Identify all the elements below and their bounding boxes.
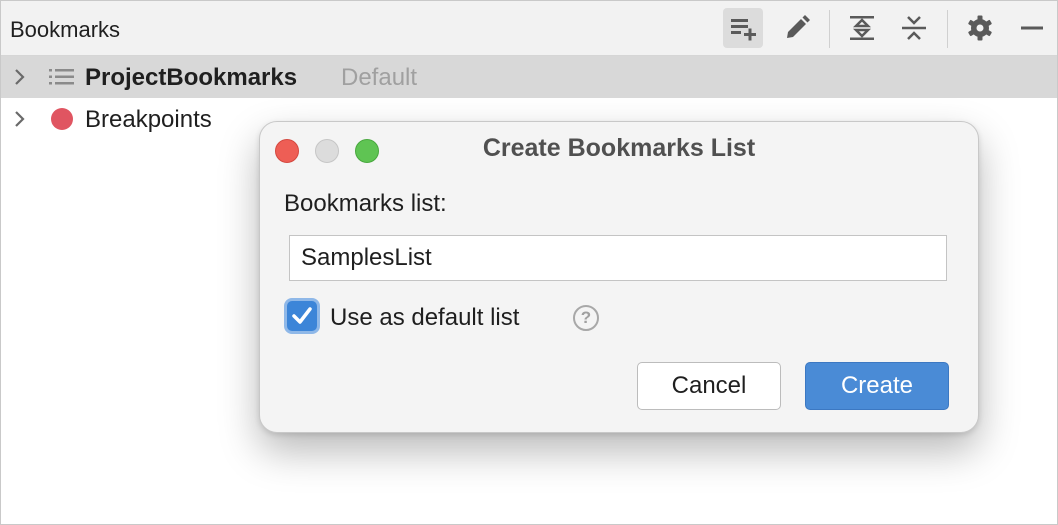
add-list-icon	[731, 19, 756, 41]
expand-all-icon	[850, 16, 874, 40]
chevron-right-icon[interactable]	[11, 67, 29, 87]
bookmarks-list-input[interactable]	[289, 235, 947, 281]
toolbar-separator	[947, 10, 948, 48]
edit-button[interactable]	[777, 8, 817, 48]
default-hint: Default	[341, 64, 418, 91]
toolbar-separator	[829, 10, 830, 48]
cancel-button[interactable]: Cancel	[637, 362, 781, 410]
settings-button[interactable]	[960, 8, 1000, 48]
create-bookmarks-list-dialog: Create Bookmarks List Bookmarks list: Us…	[259, 121, 979, 433]
dialog-title: Create Bookmarks List	[482, 134, 756, 162]
collapse-all-button[interactable]	[894, 8, 934, 48]
create-button[interactable]: Create	[805, 362, 949, 410]
minimize-icon	[1021, 26, 1043, 30]
chevron-right-icon[interactable]	[11, 109, 29, 129]
bookmarks-list-label: Bookmarks list:	[284, 190, 447, 217]
edit-icon	[787, 15, 810, 38]
expand-all-button[interactable]	[842, 8, 882, 48]
default-list-label[interactable]: Use as default list	[330, 304, 519, 332]
gear-icon	[968, 15, 992, 41]
list-icon	[49, 69, 74, 85]
checkmark-icon	[292, 307, 312, 324]
panel-header: Bookmarks	[1, 1, 1057, 56]
help-icon[interactable]: ?	[573, 305, 599, 331]
panel-title: Bookmarks	[10, 17, 121, 42]
tree-item-label: ProjectBookmarks	[85, 64, 298, 91]
tree-item-project-bookmarks[interactable]: ProjectBookmarks Default	[1, 56, 1057, 98]
add-list-button[interactable]	[723, 8, 763, 48]
breakpoint-dot-icon	[51, 108, 73, 130]
default-list-checkbox[interactable]	[284, 298, 320, 334]
bookmarks-panel: Bookmarks ProjectBookmarks Default Break…	[0, 0, 1058, 525]
collapse-all-icon	[902, 16, 926, 40]
minimize-button[interactable]	[1012, 8, 1052, 48]
tree-item-label: Breakpoints	[85, 106, 212, 133]
